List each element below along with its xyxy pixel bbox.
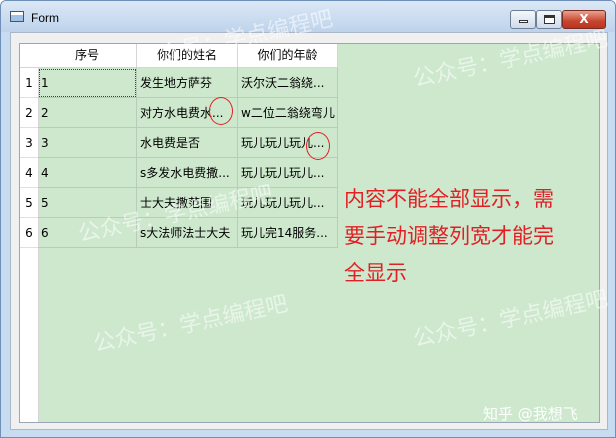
maximize-icon: [544, 15, 555, 24]
close-button[interactable]: X: [562, 10, 606, 29]
table-cell[interactable]: 玩儿玩儿玩儿...: [238, 188, 338, 218]
table-cell[interactable]: 6: [38, 218, 137, 248]
row-header-1[interactable]: 1: [20, 68, 38, 98]
minimize-button[interactable]: [510, 10, 536, 29]
column-header-index[interactable]: 序号: [38, 44, 137, 67]
row-header-4[interactable]: 4: [20, 158, 38, 188]
truncation-marker-circle: [209, 97, 233, 125]
annotation-line-1: 内容不能全部显示，需: [344, 187, 554, 211]
table-cell[interactable]: 发生地方萨芬: [137, 68, 238, 98]
table-cell[interactable]: 沃尔沃二翁绕...: [238, 68, 338, 98]
main-window: Form X 1 2 3 4 5 6 序号 你们的姓名 你们的年龄 1 发生地方…: [0, 0, 616, 438]
annotation-line-3: 全显示: [344, 261, 407, 285]
row-header-3[interactable]: 3: [20, 128, 38, 158]
table-cell[interactable]: 4: [38, 158, 137, 188]
table-cell[interactable]: 士大夫撒范围: [137, 188, 238, 218]
title-bar[interactable]: Form X: [1, 1, 615, 32]
annotation-line-2: 要手动调整列宽才能完: [344, 224, 554, 248]
table-cell[interactable]: 水电费是否: [137, 128, 238, 158]
window-title: Form: [31, 11, 59, 25]
corner-button[interactable]: [20, 44, 38, 68]
horizontal-header: 序号 你们的姓名 你们的年龄: [38, 44, 338, 68]
maximize-button[interactable]: [536, 10, 562, 29]
minimize-icon: [519, 20, 528, 23]
table-cell[interactable]: s多发水电费撒...: [137, 158, 238, 188]
table-cell[interactable]: 玩儿玩儿玩儿...: [238, 158, 338, 188]
column-header-age[interactable]: 你们的年龄: [238, 44, 338, 67]
close-icon: X: [579, 12, 589, 26]
row-header-5[interactable]: 5: [20, 188, 38, 218]
credit-watermark: 知乎 @我想飞: [483, 405, 578, 423]
vertical-header: 1 2 3 4 5 6: [20, 44, 39, 422]
truncation-marker-circle: [306, 132, 330, 160]
table-cell[interactable]: 5: [38, 188, 137, 218]
table-cell[interactable]: 3: [38, 128, 137, 158]
table-cell[interactable]: w二位二翁绕弯儿: [238, 98, 338, 128]
table-cell[interactable]: 玩儿完14服务...: [238, 218, 338, 248]
window-app-icon: [10, 11, 24, 22]
row-header-6[interactable]: 6: [20, 218, 38, 248]
table-cell[interactable]: 2: [38, 98, 137, 128]
column-header-name[interactable]: 你们的姓名: [137, 44, 238, 67]
table-cell[interactable]: s大法师法士大夫: [137, 218, 238, 248]
row-header-2[interactable]: 2: [20, 98, 38, 128]
table-cell[interactable]: 1: [38, 68, 137, 98]
